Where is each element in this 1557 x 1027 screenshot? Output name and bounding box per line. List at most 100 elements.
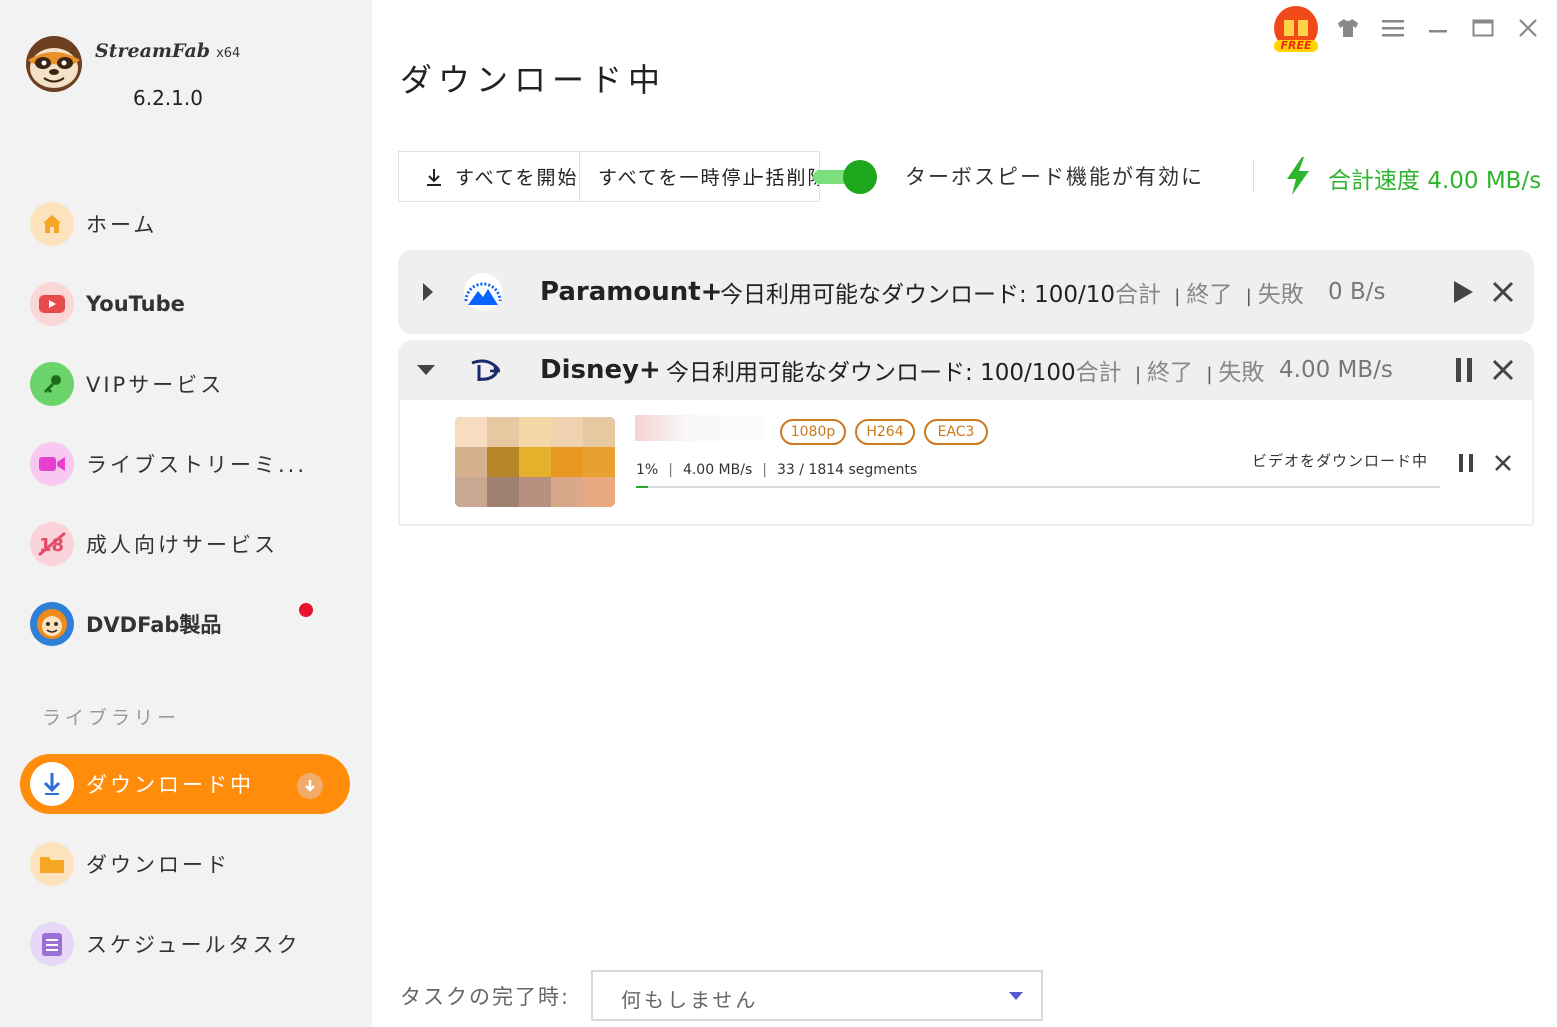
- free-gift-button[interactable]: FREE: [1270, 4, 1322, 54]
- key-icon: [30, 362, 74, 406]
- audio-tag: EAC3: [924, 419, 988, 445]
- video-camera-icon: [30, 442, 74, 486]
- task-percent: 1%: [636, 462, 659, 478]
- menu-button[interactable]: [1379, 14, 1407, 42]
- task-stats: 1% | 4.00 MB/s | 33 / 1814 segments: [636, 462, 918, 478]
- pause-group-button[interactable]: [1449, 355, 1479, 385]
- pause-all-button[interactable]: すべてを一時停止: [579, 151, 755, 202]
- sidebar-item-dvdfab[interactable]: DVDFab製品: [20, 594, 350, 654]
- toolbar-divider: [1253, 160, 1254, 192]
- start-all-button[interactable]: すべてを開始: [398, 151, 580, 202]
- turbo-speed-label: ターボスピード機能が有効に: [905, 165, 1204, 189]
- minimize-button[interactable]: [1424, 14, 1452, 42]
- start-all-label: すべてを開始: [455, 167, 579, 189]
- sidebar-item-downloaded[interactable]: ダウンロード: [20, 834, 350, 894]
- sidebar-item-vip[interactable]: VIPサービス: [20, 354, 350, 414]
- home-icon: [30, 202, 74, 246]
- sidebar-item-label: DVDFab製品: [86, 613, 222, 637]
- service-group-paramount[interactable]: Paramount+ 今日利用可能なダウンロード: 100/10合計 | 終了 |…: [398, 250, 1534, 334]
- sidebar-item-home[interactable]: ホーム: [20, 194, 350, 254]
- sidebar-item-label: ダウンロード: [86, 853, 230, 877]
- schedule-list-icon: [30, 922, 74, 966]
- on-complete-select[interactable]: 何もしません: [591, 970, 1043, 1021]
- app-window: StreamFab x64 6.2.1.0 ホーム YouTube VIPサービス: [0, 0, 1557, 1027]
- total-speed-label: 合計速度: [1328, 168, 1420, 194]
- sidebar-item-label: スケジュールタスク: [86, 933, 301, 957]
- expand-arrow-icon[interactable]: [422, 282, 434, 302]
- tshirt-icon: [1338, 19, 1358, 37]
- close-icon: [1492, 359, 1514, 381]
- sidebar-item-live-streaming[interactable]: ライブストリーミ...: [20, 434, 350, 494]
- paramount-logo-icon: [464, 273, 502, 311]
- dvdfab-icon: [30, 602, 74, 646]
- folder-icon: [30, 842, 74, 886]
- sidebar-item-label: ダウンロード中: [86, 773, 254, 797]
- sidebar-item-youtube[interactable]: YouTube: [20, 274, 350, 334]
- task-speed: 4.00 MB/s: [682, 462, 753, 478]
- adult-18-icon: 18: [30, 522, 74, 566]
- app-version: 6.2.1.0: [133, 86, 203, 110]
- service-speed: 0 B/s: [1328, 279, 1386, 305]
- skin-button[interactable]: [1334, 14, 1362, 42]
- total-speed: 合計速度 4.00 MB/s: [1328, 161, 1541, 195]
- sidebar-item-label: VIPサービス: [86, 373, 225, 397]
- free-badge-label: FREE: [1280, 39, 1312, 52]
- task-segments: 33 / 1814 segments: [776, 462, 918, 478]
- service-name: Paramount+: [540, 277, 723, 307]
- chevron-down-icon: [1009, 992, 1023, 1000]
- task-status: ビデオをダウンロード中: [1252, 452, 1429, 470]
- sidebar-item-schedule[interactable]: スケジュールタスク: [20, 914, 350, 974]
- toggle-knob: [843, 160, 877, 194]
- download-toolbar: すべてを開始 すべてを一時停止 一括削除: [398, 151, 877, 202]
- pause-task-button[interactable]: [1451, 448, 1481, 478]
- turbo-speed-toggle[interactable]: [813, 160, 881, 194]
- sidebar-item-label: 成人向けサービス: [86, 533, 278, 557]
- downloading-status-icon: [297, 773, 323, 799]
- service-speed: 4.00 MB/s: [1279, 357, 1393, 383]
- task-progress-bar: [636, 486, 1440, 488]
- sidebar-item-label: ライブストリーミ...: [86, 453, 308, 477]
- resolution-tag: 1080p: [780, 419, 846, 445]
- menu-icon: [1382, 20, 1404, 37]
- brand-name: StreamFab x64: [95, 40, 241, 62]
- service-quota: 今日利用可能なダウンロード: 100/10合計 | 終了 | 失敗: [720, 282, 1304, 308]
- maximize-icon: [1472, 19, 1494, 37]
- download-arrow-icon: [30, 762, 74, 806]
- delete-all-label: 一括削除: [754, 167, 819, 189]
- close-icon: [1495, 455, 1511, 471]
- remove-group-button[interactable]: [1488, 355, 1518, 385]
- library-section-title: ライブラリー: [42, 707, 181, 729]
- delete-all-button[interactable]: 一括削除: [754, 151, 820, 202]
- collapse-arrow-icon[interactable]: [416, 364, 436, 376]
- download-task-item: 1080p H264 EAC3 1% | 4.00 MB/s | 33 / 1814 s…: [398, 400, 1534, 526]
- sidebar: StreamFab x64 6.2.1.0 ホーム YouTube VIPサービス: [0, 0, 372, 1027]
- task-title-redacted: [635, 415, 763, 441]
- service-group-disney[interactable]: Disney+ 今日利用可能なダウンロード: 100/100合計 | 終了 | 失敗…: [398, 340, 1534, 400]
- remove-task-button[interactable]: [1488, 448, 1518, 478]
- on-complete-value: 何もしません: [621, 988, 759, 1012]
- close-window-button[interactable]: [1514, 14, 1542, 42]
- codec-tag: H264: [855, 419, 915, 445]
- maximize-button[interactable]: [1469, 14, 1497, 42]
- pause-icon: [1456, 358, 1472, 382]
- total-speed-value: 4.00 MB/s: [1427, 168, 1542, 194]
- video-thumbnail: [455, 417, 615, 507]
- on-complete-label: タスクの完了時:: [400, 985, 571, 1009]
- play-icon: [1454, 281, 1473, 303]
- remove-group-button[interactable]: [1488, 277, 1518, 307]
- pause-icon: [1459, 454, 1473, 472]
- service-quota: 今日利用可能なダウンロード: 100/100合計 | 終了 | 失敗: [666, 360, 1265, 386]
- service-name: Disney+: [540, 355, 661, 385]
- close-icon: [1519, 19, 1537, 37]
- notification-dot: [299, 603, 313, 617]
- youtube-icon: [30, 282, 74, 326]
- resume-group-button[interactable]: [1448, 277, 1478, 307]
- sidebar-item-adult[interactable]: 18 成人向けサービス: [20, 514, 350, 574]
- streamfab-logo-icon: [26, 36, 82, 92]
- download-icon: [427, 168, 441, 186]
- page-title: ダウンロード中: [400, 61, 667, 99]
- minimize-icon: [1429, 30, 1447, 33]
- disney-logo-icon: [471, 359, 500, 381]
- sidebar-item-label: ホーム: [86, 213, 158, 237]
- pause-all-label: すべてを一時停止: [598, 167, 755, 189]
